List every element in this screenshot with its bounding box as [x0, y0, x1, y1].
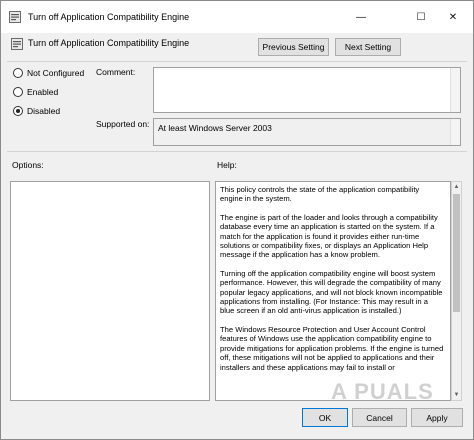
ok-button[interactable]: OK	[302, 408, 348, 427]
help-text: This policy controls the state of the ap…	[220, 185, 444, 381]
options-panel	[10, 181, 210, 401]
scrollbar-thumb[interactable]	[453, 194, 460, 312]
help-paragraph: The Windows Resource Protection and User…	[220, 324, 444, 372]
section-divider	[7, 151, 467, 152]
radio-label: Disabled	[27, 106, 61, 116]
minimize-icon: —	[356, 11, 366, 23]
radio-not-configured[interactable]: Not Configured	[13, 68, 84, 78]
policy-setting-window: Turn off Application Compatibility Engin…	[0, 0, 474, 440]
window-title: Turn off Application Compatibility Engin…	[28, 12, 190, 22]
close-icon: ✕	[448, 11, 458, 23]
maximize-icon: ☐	[416, 11, 426, 23]
radio-button-icon	[13, 87, 23, 97]
scroll-up-icon[interactable]: ▲	[452, 182, 461, 192]
radio-enabled[interactable]: Enabled	[13, 87, 58, 97]
policy-title: Turn off Application Compatibility Engin…	[28, 38, 190, 48]
supported-on-label: Supported on:	[96, 119, 150, 129]
scroll-down-icon[interactable]: ▼	[452, 390, 461, 400]
previous-setting-button[interactable]: Previous Setting	[258, 38, 329, 56]
watermark: A PUALS	[331, 379, 434, 404]
help-paragraph: Turning off the application compatibilit…	[220, 268, 443, 316]
policy-settings-icon	[9, 11, 21, 23]
comment-label: Comment:	[96, 67, 136, 77]
radio-button-icon	[13, 68, 23, 78]
help-label: Help:	[217, 160, 237, 170]
apply-button[interactable]: Apply	[411, 408, 463, 427]
close-button[interactable]: ✕	[433, 1, 473, 33]
radio-selected-icon	[13, 106, 23, 116]
help-panel: This policy controls the state of the ap…	[215, 181, 451, 401]
supported-on-field: At least Windows Server 2003	[153, 118, 461, 146]
policy-settings-icon	[11, 38, 23, 50]
next-setting-button[interactable]: Next Setting	[335, 38, 401, 56]
supported-on-value: At least Windows Server 2003	[158, 123, 272, 133]
options-label: Options:	[12, 160, 44, 170]
comment-scrollbar[interactable]	[450, 68, 460, 112]
header-divider	[7, 61, 467, 62]
radio-disabled[interactable]: Disabled	[13, 106, 60, 116]
radio-label: Not Configured	[27, 68, 85, 78]
title-bar: Turn off Application Compatibility Engin…	[1, 1, 473, 33]
cancel-button[interactable]: Cancel	[352, 408, 407, 427]
help-paragraph: This policy controls the state of the ap…	[220, 185, 420, 204]
comment-textarea[interactable]	[153, 67, 461, 113]
help-paragraph: The engine is part of the loader and loo…	[220, 212, 438, 260]
minimize-button[interactable]: —	[341, 1, 381, 33]
help-scrollbar[interactable]: ▲ ▼	[451, 181, 462, 401]
supported-scrollbar[interactable]	[450, 119, 460, 145]
radio-label: Enabled	[27, 87, 59, 97]
